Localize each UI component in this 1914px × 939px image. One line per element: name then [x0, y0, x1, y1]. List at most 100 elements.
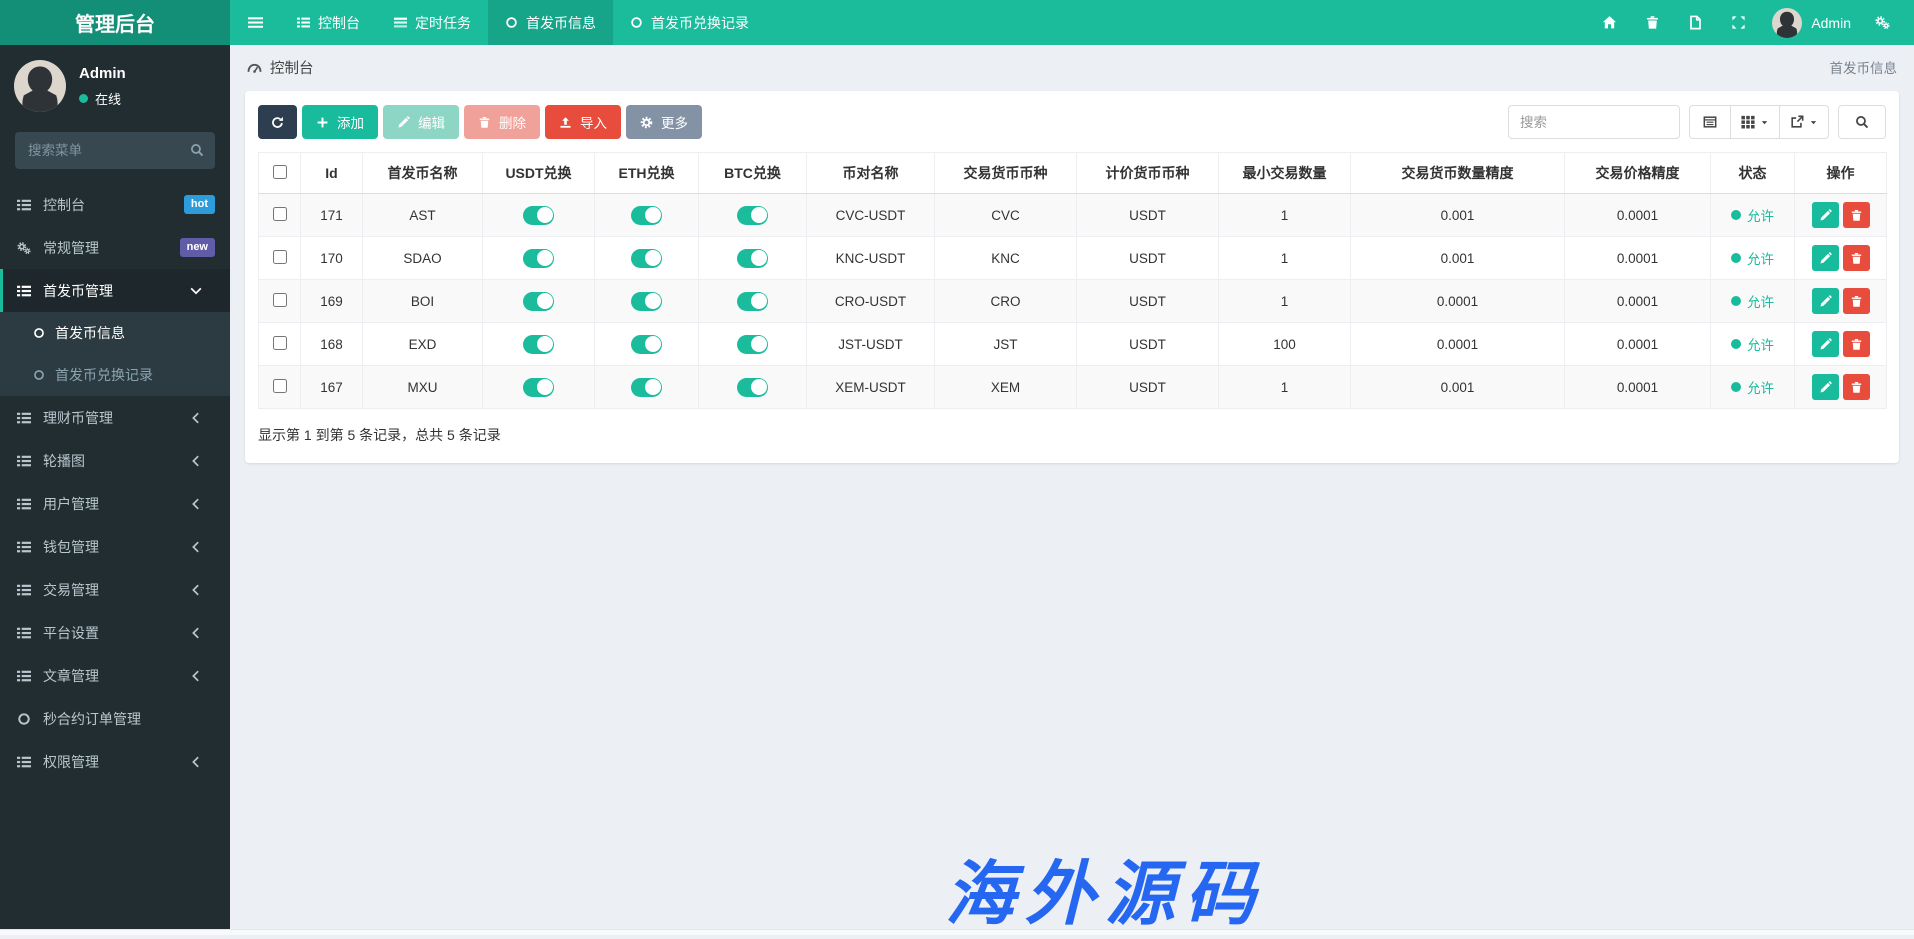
delete-row-button[interactable]	[1843, 331, 1870, 357]
row-checkbox[interactable]	[273, 207, 287, 221]
usdt-toggle[interactable]	[523, 249, 554, 268]
delete-button[interactable]: 删除	[464, 105, 540, 139]
edit-row-button[interactable]	[1812, 374, 1839, 400]
usdt-toggle[interactable]	[523, 292, 554, 311]
edit-button-label: 编辑	[418, 112, 445, 132]
circle-o-icon	[17, 712, 43, 726]
delete-row-button[interactable]	[1843, 245, 1870, 271]
btc-toggle[interactable]	[737, 292, 768, 311]
caret-down-icon	[1809, 118, 1818, 127]
cell-min-qty: 1	[1219, 366, 1351, 409]
status-dot-icon	[1731, 339, 1741, 349]
sidebar-item-users[interactable]: 用户管理	[0, 482, 230, 525]
header-tab-0[interactable]: 控制台	[280, 0, 377, 45]
import-button[interactable]: 导入	[545, 105, 621, 139]
header-user-name[interactable]: Admin	[1811, 15, 1851, 31]
btc-toggle[interactable]	[737, 335, 768, 354]
table-row: 170SDAOKNC-USDTKNCUSDT10.0010.0001允许	[259, 237, 1887, 280]
edit-row-button[interactable]	[1812, 288, 1839, 314]
sidebar-subitem-label: 首发币信息	[55, 323, 125, 343]
edit-row-button[interactable]	[1812, 331, 1839, 357]
usdt-toggle[interactable]	[523, 335, 554, 354]
select-all-checkbox[interactable]	[273, 165, 287, 179]
edit-row-button[interactable]	[1812, 202, 1839, 228]
cell-id: 169	[301, 280, 363, 323]
edit-button[interactable]: 编辑	[383, 105, 459, 139]
col-header-2: USDT兑换	[483, 153, 595, 194]
header-trash-button[interactable]	[1631, 0, 1674, 45]
usdt-toggle[interactable]	[523, 378, 554, 397]
list-icon	[17, 497, 43, 511]
columns-button[interactable]	[1731, 105, 1780, 139]
eth-toggle[interactable]	[631, 249, 662, 268]
avatar[interactable]	[1772, 8, 1802, 38]
sidebar-item-second-contract[interactable]: 秒合约订单管理	[0, 697, 230, 740]
eth-toggle[interactable]	[631, 335, 662, 354]
status-label: 允许	[1747, 377, 1774, 397]
usdt-toggle[interactable]	[523, 206, 554, 225]
col-header-5: 币对名称	[807, 153, 935, 194]
header-tab-2[interactable]: 首发币信息	[488, 0, 613, 45]
header-expand-button[interactable]	[1717, 0, 1760, 45]
sidebar-search-input[interactable]	[15, 132, 215, 169]
header-tab-3[interactable]: 首发币兑换记录	[613, 0, 766, 45]
header-cache-button[interactable]	[1674, 0, 1717, 45]
edit-row-button[interactable]	[1812, 245, 1839, 271]
sidebar-item-finance-coin[interactable]: 理财币管理	[0, 396, 230, 439]
table-header-row: Id首发币名称USDT兑换ETH兑换BTC兑换币对名称交易货币币种计价货币币种最…	[259, 153, 1887, 194]
btc-toggle[interactable]	[737, 378, 768, 397]
detail-view-button[interactable]	[1689, 105, 1731, 139]
sidebar-item-general[interactable]: 常规管理new	[0, 226, 230, 269]
sidebar-item-platform[interactable]: 平台设置	[0, 611, 230, 654]
search-submit-button[interactable]	[1838, 105, 1886, 139]
sidebar-item-permission[interactable]: 权限管理	[0, 740, 230, 783]
sidebar-item-ico-manage[interactable]: 首发币管理	[0, 269, 230, 312]
sidebar-item-trade[interactable]: 交易管理	[0, 568, 230, 611]
user-status-label: 在线	[95, 89, 121, 108]
sidebar-item-wallet[interactable]: 钱包管理	[0, 525, 230, 568]
row-checkbox[interactable]	[273, 250, 287, 264]
app-brand[interactable]: 管理后台	[0, 0, 230, 45]
pencil-icon	[397, 116, 410, 129]
sidebar-subitem-ico-exchange-records[interactable]: 首发币兑换记录	[0, 354, 230, 396]
header-tab-label: 首发币兑换记录	[651, 13, 749, 33]
refresh-button[interactable]	[258, 105, 297, 139]
sidebar-item-article[interactable]: 文章管理	[0, 654, 230, 697]
sidebar-item-label: 理财币管理	[43, 408, 189, 428]
user-name: Admin	[79, 65, 126, 82]
btc-toggle[interactable]	[737, 206, 768, 225]
header-home-button[interactable]	[1588, 0, 1631, 45]
table-search-input[interactable]	[1508, 105, 1680, 139]
pencil-icon	[1819, 338, 1832, 351]
delete-row-button[interactable]	[1843, 288, 1870, 314]
row-checkbox[interactable]	[273, 293, 287, 307]
eth-toggle[interactable]	[631, 378, 662, 397]
sidebar-item-carousel[interactable]: 轮播图	[0, 439, 230, 482]
sidebar-badge-hot: hot	[184, 195, 215, 213]
row-checkbox[interactable]	[273, 336, 287, 350]
sidebar-item-console[interactable]: 控制台hot	[0, 183, 230, 226]
sidebar-toggle-button[interactable]	[230, 0, 280, 45]
chevron-left-icon	[189, 454, 215, 468]
add-button[interactable]: 添加	[302, 105, 378, 139]
actions-cell	[1795, 323, 1887, 366]
usdt-toggle-cell	[483, 280, 595, 323]
chevron-left-icon	[189, 755, 215, 769]
delete-row-button[interactable]	[1843, 202, 1870, 228]
header-tab-label: 控制台	[318, 13, 360, 33]
row-checkbox[interactable]	[273, 379, 287, 393]
cell-price-precision: 0.0001	[1565, 194, 1711, 237]
search-icon[interactable]	[190, 143, 204, 157]
eth-toggle[interactable]	[631, 206, 662, 225]
breadcrumb-left[interactable]: 控制台	[247, 57, 314, 78]
btc-toggle[interactable]	[737, 249, 768, 268]
export-button[interactable]	[1780, 105, 1829, 139]
more-button[interactable]: 更多	[626, 105, 702, 139]
sidebar-subitem-ico-info[interactable]: 首发币信息	[0, 312, 230, 354]
header-settings-button[interactable]	[1861, 0, 1904, 45]
delete-row-button[interactable]	[1843, 374, 1870, 400]
header-tab-1[interactable]: 定时任务	[377, 0, 488, 45]
col-header-1: 首发币名称	[363, 153, 483, 194]
status-dot-icon	[1731, 382, 1741, 392]
eth-toggle[interactable]	[631, 292, 662, 311]
